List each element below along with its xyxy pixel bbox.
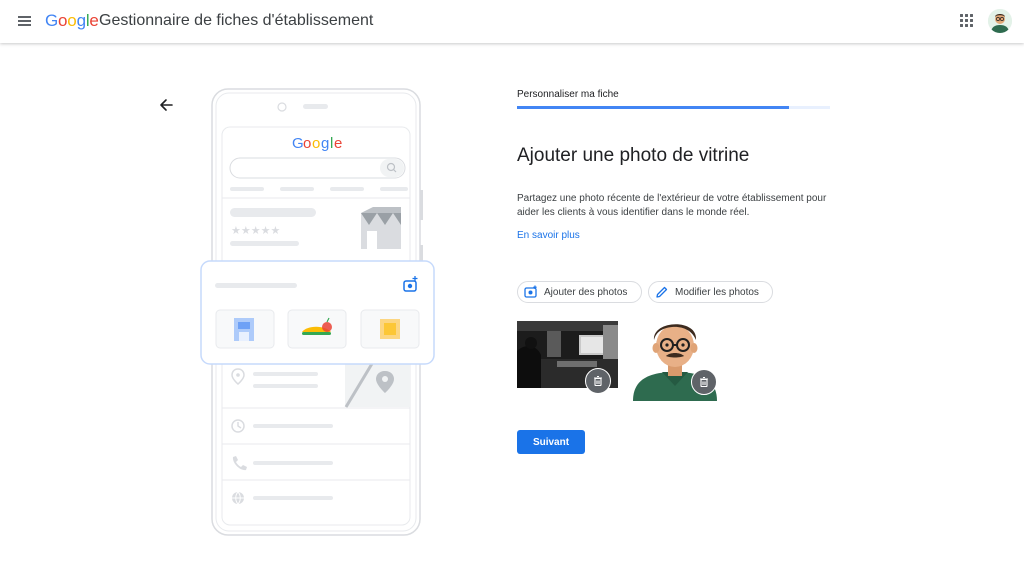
account-avatar[interactable] (988, 9, 1012, 33)
trash-icon (594, 375, 602, 387)
google-logo[interactable]: Google (45, 10, 99, 32)
edit-photos-button[interactable]: Modifier les photos (648, 281, 773, 303)
edit-photos-label: Modifier les photos (675, 286, 759, 298)
trash-icon (700, 376, 708, 388)
delete-photo-button[interactable] (585, 368, 611, 394)
illustration-google-logo: G o o g l e (292, 135, 342, 152)
top-app-bar: Google Gestionnaire de fiches d'établiss… (0, 0, 1024, 43)
avatar-illustration (988, 9, 1012, 33)
progress-bar (517, 106, 830, 109)
hamburger-menu-icon[interactable] (14, 10, 36, 32)
description-text: Partagez une photo récente de l'extérieu… (517, 193, 827, 218)
learn-more-link[interactable]: En savoir plus (517, 230, 580, 241)
add-photos-button[interactable]: Ajouter des photos (517, 281, 642, 303)
pencil-icon (656, 286, 668, 298)
add-photo-icon (524, 285, 537, 298)
svg-text:l: l (330, 135, 333, 152)
svg-text:g: g (321, 135, 329, 152)
logo-letter-o2: o (67, 11, 77, 30)
add-photos-label: Ajouter des photos (544, 286, 628, 298)
delete-photo-button[interactable] (691, 369, 717, 395)
logo-letter-e: e (89, 11, 99, 30)
svg-text:e: e (334, 135, 342, 152)
page-heading: Ajouter une photo de vitrine (517, 145, 750, 166)
phone-illustration: G o o g l e ★★★★★ (195, 85, 440, 540)
next-button[interactable]: Suivant (517, 430, 585, 454)
svg-text:G: G (292, 135, 304, 152)
logo-letter-o1: o (58, 11, 68, 30)
svg-text:o: o (312, 135, 320, 152)
logo-letter-g: G (45, 11, 59, 30)
progress-bar-fill (517, 106, 790, 109)
logo-letter-g2: g (76, 11, 86, 30)
back-arrow-icon[interactable] (156, 95, 176, 115)
phone-illustration-svg: G o o g l e ★★★★★ (200, 88, 435, 536)
apps-grid-icon[interactable] (958, 12, 976, 30)
svg-text:o: o (303, 135, 311, 152)
svg-text:★★★★★: ★★★★★ (231, 224, 280, 237)
illustration-storefront-icon (361, 207, 401, 249)
illustration-globe-icon (232, 491, 244, 505)
step-label: Personnaliser ma fiche (517, 89, 619, 100)
app-title: Gestionnaire de fiches d'établissement (99, 12, 374, 29)
illustration-photo-card (200, 260, 435, 365)
